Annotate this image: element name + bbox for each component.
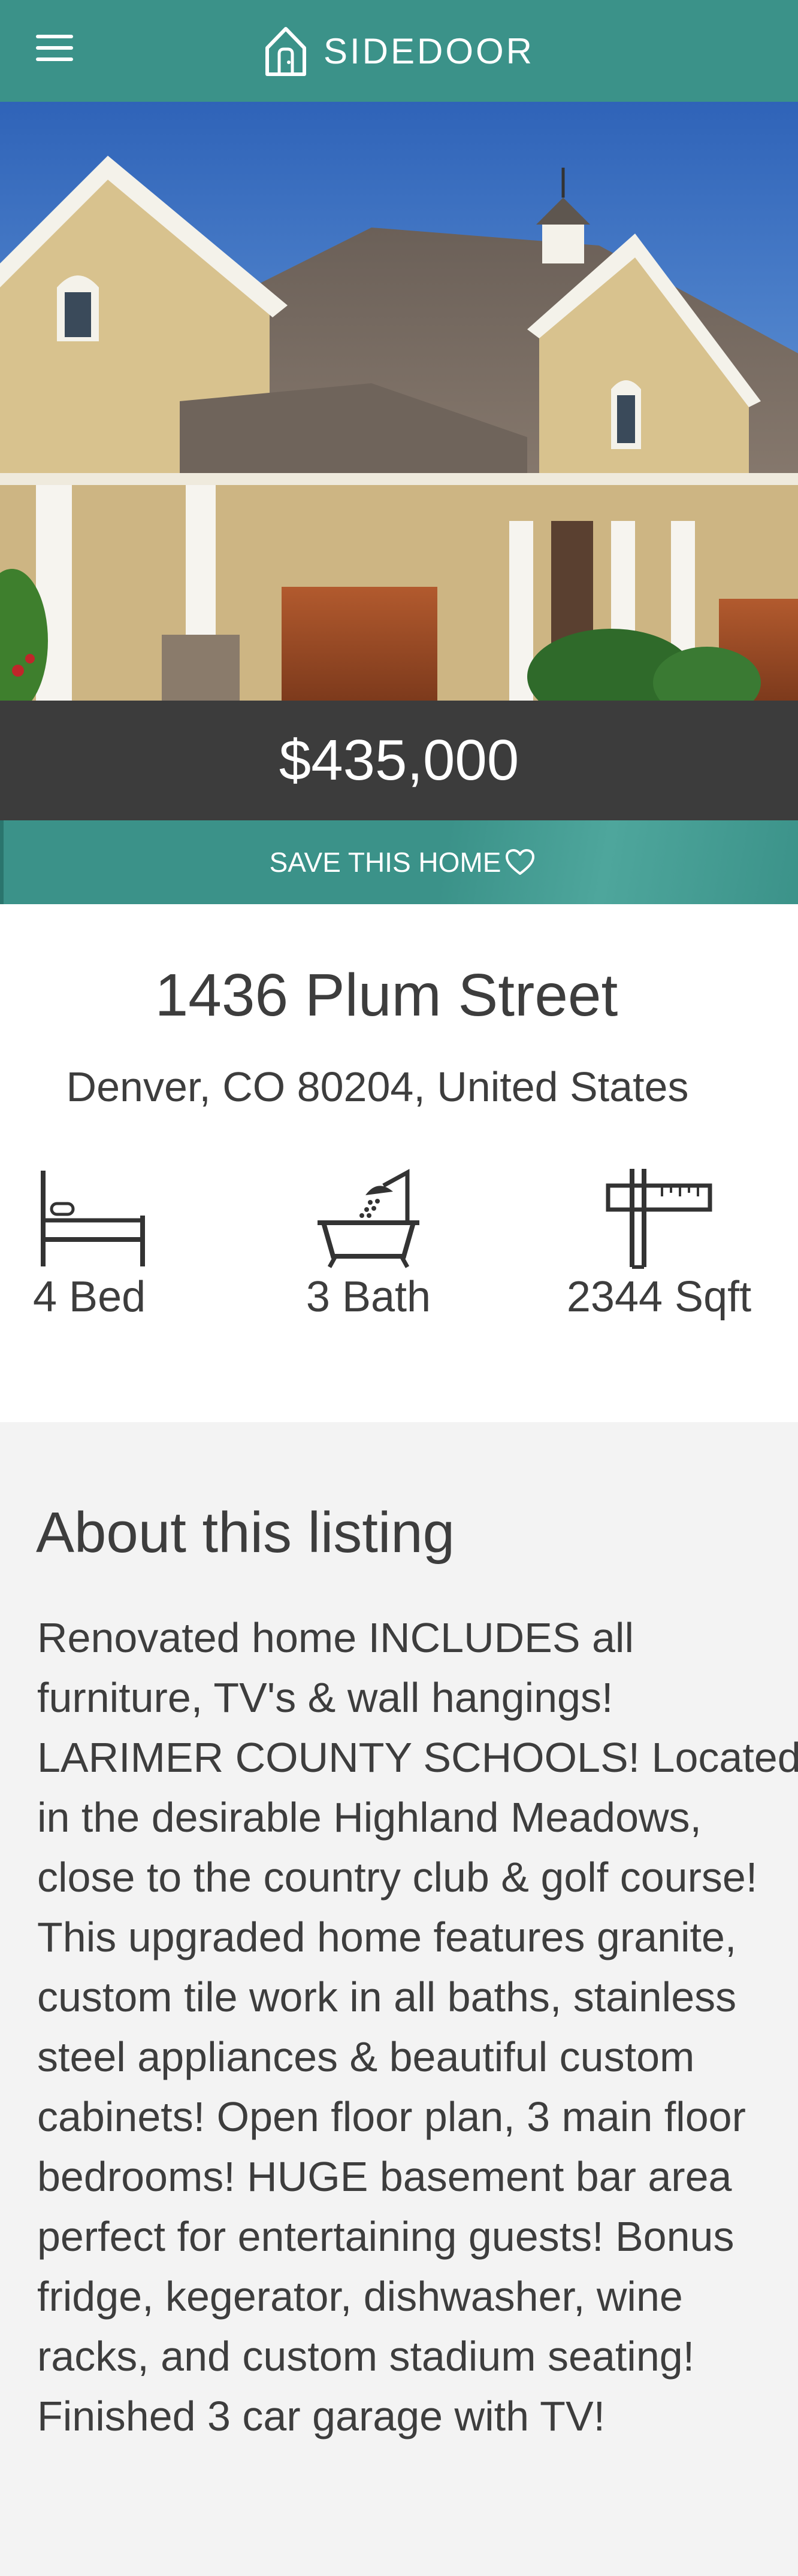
bed-stat: 4 Bed <box>33 1168 153 1322</box>
app-header: SIDEDOOR <box>0 0 798 102</box>
listing-info: 1436 Plum Street Denver, CO 80204, Unite… <box>0 904 798 1422</box>
hamburger-icon-bar <box>36 46 73 50</box>
bathtub-icon <box>318 1169 419 1268</box>
listing-city: Denver, CO 80204, United States <box>66 1063 689 1110</box>
listing-photo[interactable] <box>0 102 798 701</box>
about-title: About this listing <box>36 1501 455 1565</box>
sqft-value: 2344 Sqft <box>566 1273 752 1321</box>
tape-measure-icon <box>606 1169 712 1269</box>
bed-icon <box>41 1171 145 1266</box>
house-door-icon <box>265 27 306 76</box>
sqft-stat: 2344 Sqft <box>557 1168 761 1322</box>
about-description: Renovated home INCLUDES all furniture, T… <box>37 1614 798 2439</box>
listing-street: 1436 Plum Street <box>155 962 618 1029</box>
save-home-button[interactable]: SAVE THIS HOME <box>0 820 798 904</box>
about-section: About this listing Renovated home INCLUD… <box>0 1422 798 2576</box>
bath-stat: 3 Bath <box>303 1168 434 1322</box>
heart-icon <box>506 849 535 875</box>
bath-count: 3 Bath <box>306 1273 431 1321</box>
brand-logo[interactable]: SIDEDOOR <box>264 24 534 78</box>
hamburger-menu-button[interactable] <box>36 35 73 67</box>
price-banner: $435,000 <box>0 701 798 820</box>
hamburger-icon-bar <box>36 57 73 61</box>
listing-price: $435,000 <box>279 728 519 792</box>
brand-name: SIDEDOOR <box>323 31 535 71</box>
save-home-label: SAVE THIS HOME <box>269 847 501 878</box>
bed-count: 4 Bed <box>33 1273 146 1321</box>
hamburger-icon-bar <box>36 35 73 38</box>
